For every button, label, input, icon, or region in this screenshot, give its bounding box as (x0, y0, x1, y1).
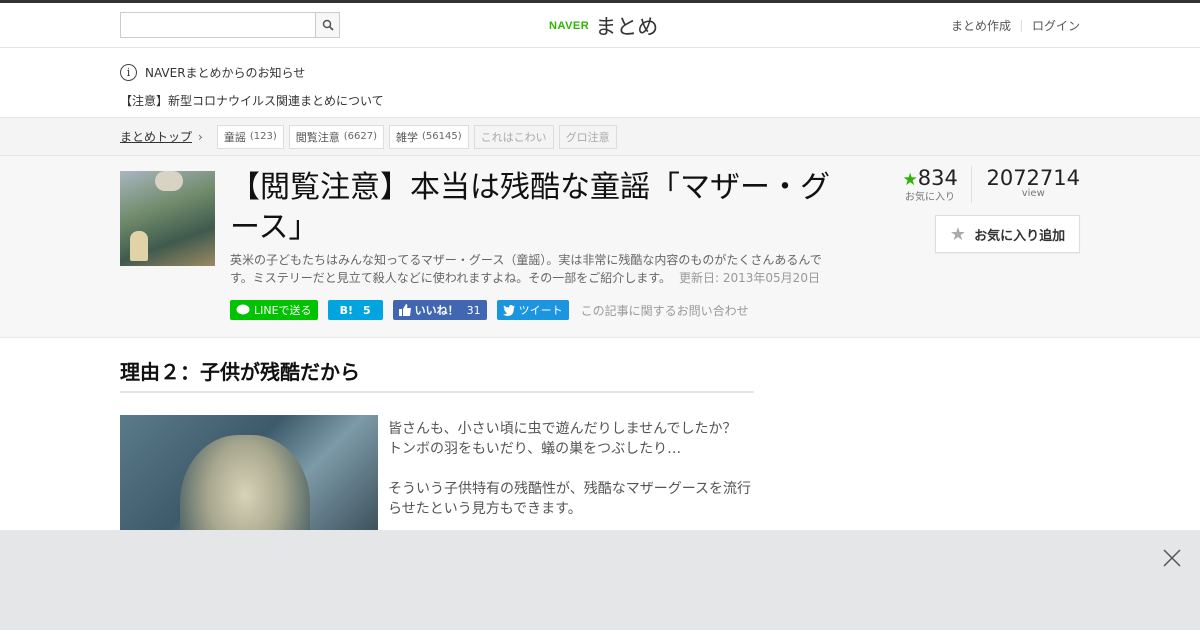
section-heading: 理由２：子供が残酷だから (120, 356, 754, 393)
thumbnail-figure-girl (130, 231, 148, 261)
share-buttons: LINEで送る B! 5 いいね！ 31 ツイート この記事に関するお問い合わせ (230, 300, 749, 320)
tweet-label: ツイート (518, 304, 563, 317)
tag-count: (56145) (421, 131, 462, 142)
notice-link[interactable]: 【注意】新型コロナウイルス関連まとめについて (120, 94, 384, 108)
star-outline-icon: ★ (949, 223, 967, 245)
search-icon (322, 19, 334, 31)
line-share-label: LINEで送る (254, 304, 312, 317)
view-stat: 2072714 view (972, 166, 1080, 203)
article-description: 英米の子どもたちはみんな知ってるマザー・グース（童謡）。実は非常に残酷な内容のも… (230, 251, 840, 287)
breadcrumb-home-link[interactable]: まとめトップ (120, 128, 192, 145)
tag-label: グロ注意 (565, 130, 610, 144)
section-header: 理由２：子供が残酷だから (120, 356, 754, 393)
search-button[interactable] (315, 12, 340, 38)
favorite-label: お気に入り (904, 192, 955, 203)
notice-title: NAVERまとめからのお知らせ (145, 65, 306, 80)
paragraph-line: らせたという見方もできます。 (388, 501, 582, 517)
tag-label: 雑学 (395, 130, 418, 144)
tag-count: (123) (249, 131, 277, 142)
add-favorite-button[interactable]: ★ お気に入り追加 (935, 215, 1080, 253)
article-thumbnail[interactable] (120, 171, 215, 266)
hatena-bookmark-button[interactable]: B! 5 (327, 300, 383, 320)
top-bar: NAVER まとめ まとめ作成 ログイン (0, 0, 1200, 48)
thumbnail-figure-top (155, 171, 183, 191)
tag-label: これはこわい (480, 130, 547, 144)
favorite-stat: ★834 お気に入り (902, 166, 973, 203)
tag-count: (6627) (343, 131, 377, 142)
search-input[interactable] (120, 12, 315, 38)
tag-link[interactable]: 閲覧注意 (6627) (288, 124, 384, 149)
matome-logo-text: まとめ (595, 15, 659, 39)
ad-overlay (0, 530, 1200, 630)
divider (1020, 19, 1022, 32)
close-icon[interactable] (1162, 548, 1182, 568)
view-count: 2072714 (986, 166, 1080, 190)
updated-date: 更新日: 2013年05月20日 (679, 271, 820, 285)
tag-link[interactable]: 雑学 (56145) (388, 124, 469, 149)
hatena-count: 5 (362, 303, 371, 317)
star-icon: ★ (902, 170, 918, 190)
search-box (120, 12, 340, 38)
create-matome-link[interactable]: まとめ作成 (951, 17, 1011, 34)
paragraph-line: 皆さんも、小さい頃に虫で遊んだりしませんでしたか？ (388, 421, 737, 437)
thumbs-up-icon (398, 304, 411, 316)
article-header: 【閲覧注意】本当は残酷な童謡「マザー・グース」 英米の子どもたちはみんな知ってる… (0, 156, 1200, 338)
article-title: 【閲覧注意】本当は残酷な童謡「マザー・グース」 (230, 170, 830, 245)
chevron-right-icon: › (198, 129, 203, 144)
info-icon: i (120, 63, 137, 81)
paragraph-line: そういう子供特有の残酷性が、残酷なマザーグースを流行 (388, 481, 752, 497)
facebook-like-count: 31 (466, 303, 481, 317)
tag-label: 閲覧注意 (295, 130, 340, 144)
hatena-label: B! (339, 303, 353, 317)
breadcrumb: まとめトップ › 童謡 (123) 閲覧注意 (6627) 雑学 (56145) これ… (0, 118, 1200, 156)
notice-area: i NAVERまとめからのお知らせ 【注意】新型コロナウイルス関連まとめについて (0, 48, 1200, 118)
tag-link[interactable]: グロ注意 (558, 124, 617, 149)
paragraph-line: トンボの羽をもいだり、蟻の巣をつぶしたり… (388, 441, 682, 457)
line-share-button[interactable]: LINEで送る (230, 300, 318, 320)
facebook-like-label: いいね！ (414, 304, 459, 317)
add-favorite-label: お気に入り追加 (974, 228, 1066, 244)
inquiry-link[interactable]: この記事に関するお問い合わせ (581, 302, 749, 319)
tweet-button[interactable]: ツイート (496, 300, 569, 320)
facebook-like-button[interactable]: いいね！ 31 (392, 300, 487, 320)
naver-logo-text: NAVER (549, 20, 590, 32)
favorite-count: 834 (917, 166, 958, 190)
site-logo[interactable]: NAVER まとめ (549, 11, 658, 41)
line-icon (236, 304, 250, 315)
top-links: まとめ作成 ログイン (951, 17, 1080, 34)
tag-link[interactable]: これはこわい (473, 124, 554, 149)
twitter-bird-icon (502, 304, 515, 316)
login-link[interactable]: ログイン (1032, 17, 1080, 34)
tag-link[interactable]: 童謡 (123) (216, 124, 284, 149)
article-stats: ★834 お気に入り 2072714 view (902, 166, 1080, 203)
tag-label: 童謡 (223, 130, 246, 144)
